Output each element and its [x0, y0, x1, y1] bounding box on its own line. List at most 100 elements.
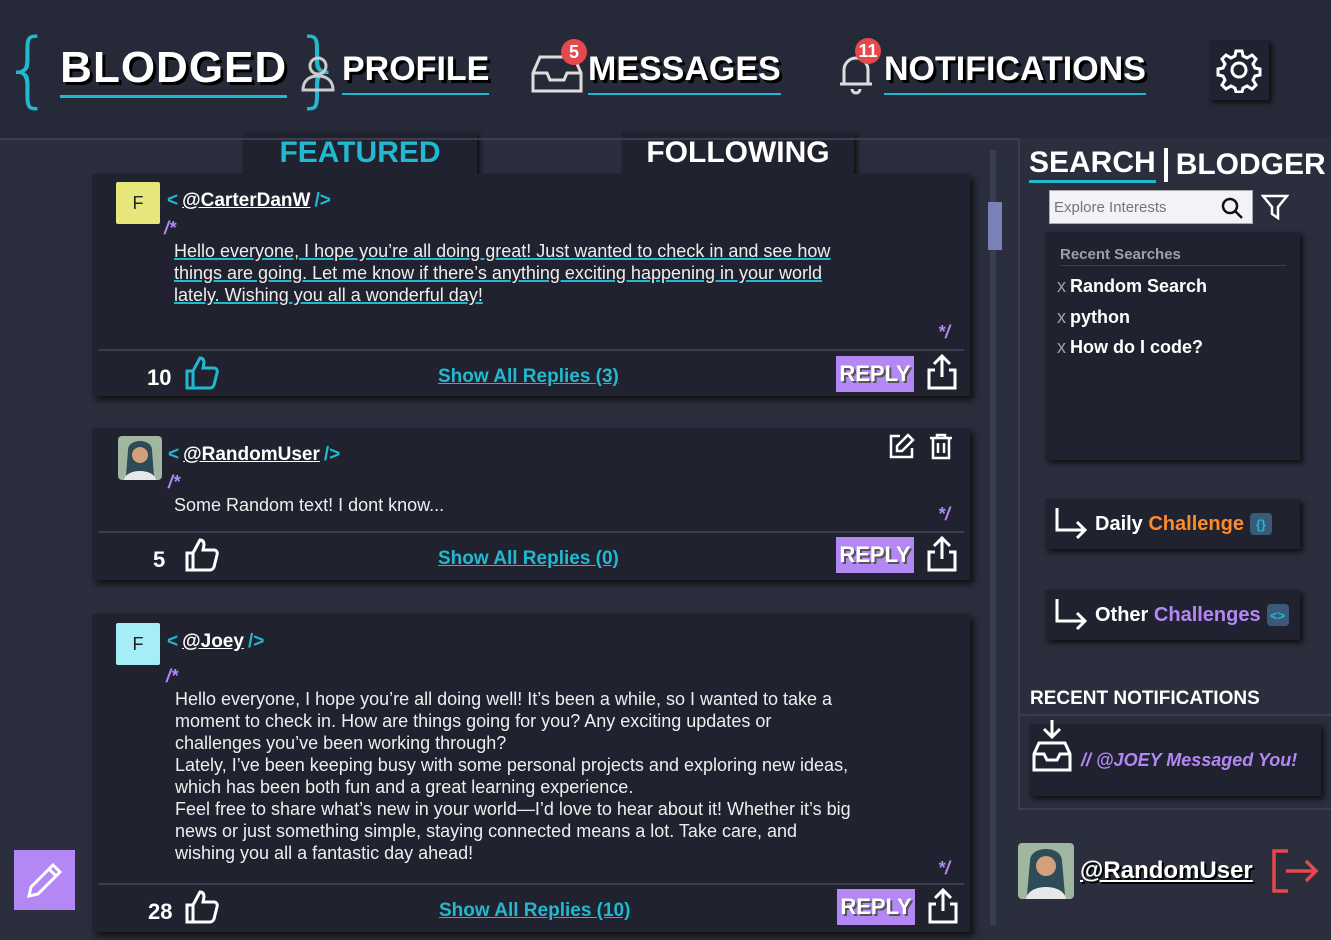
other-challenges-link[interactable]: Other Challenges <> — [1045, 590, 1300, 640]
logo-brace-open: { — [2, 22, 55, 117]
like-count: 10 — [147, 365, 172, 390]
logout-icon[interactable] — [1268, 845, 1320, 897]
arrow-turn-right-icon — [1055, 508, 1088, 540]
recent-notifications-title: RECENT NOTIFICATIONS — [1030, 688, 1260, 709]
edit-icon[interactable] — [888, 432, 916, 460]
share-icon[interactable] — [927, 887, 959, 925]
code-braces-icon: {} — [1249, 513, 1272, 535]
reply-button[interactable]: REPLY — [836, 537, 914, 573]
post-body: Hello everyone, I hope you’re all doing … — [175, 688, 851, 864]
like-count: 5 — [153, 547, 166, 572]
code-tag-icon: <> — [1266, 604, 1289, 626]
post-handle: < @CarterDanW /> — [167, 190, 331, 212]
reply-button[interactable]: REPLY — [836, 356, 914, 392]
nav-notifications-label: NOTIFICATIONS — [884, 50, 1146, 95]
settings-button[interactable] — [1209, 40, 1269, 100]
new-post-button[interactable] — [14, 850, 75, 910]
comment-open: /* — [166, 666, 179, 686]
show-replies-link[interactable]: Show All Replies (0) — [438, 548, 619, 570]
current-user[interactable]: @RandomUser — [1018, 843, 1253, 899]
nav-profile[interactable]: PROFILE — [298, 50, 490, 95]
tag-close: /> — [323, 444, 341, 465]
post-line: moment to check in. How are things going… — [175, 711, 772, 731]
post-line: lately. Wishing you all a wonderful day! — [174, 285, 483, 305]
thumbs-up-icon[interactable] — [184, 889, 220, 925]
recent-search-text: Random Search — [1070, 276, 1208, 296]
recent-search-text: How do I code? — [1070, 337, 1203, 357]
thumbs-up-icon[interactable] — [184, 537, 220, 573]
nav-messages-label: MESSAGES — [588, 50, 781, 95]
tag-open: < — [168, 444, 180, 465]
gear-icon — [1216, 49, 1262, 93]
other-label: Other — [1095, 603, 1154, 626]
thumbs-up-icon[interactable] — [184, 355, 220, 391]
post-line: Hello everyone, I hope you’re all doing … — [175, 689, 833, 709]
search-icon[interactable] — [1220, 196, 1244, 220]
comment-close: */ — [938, 858, 951, 878]
notification-text: // @JOEY Messaged You! — [1081, 750, 1298, 770]
pencil-icon — [26, 862, 62, 898]
comment-open: /* — [164, 218, 177, 238]
title-separator — [1163, 147, 1168, 182]
filter-icon[interactable] — [1261, 193, 1289, 221]
notification-item[interactable]: // @JOEY Messaged You! — [1029, 720, 1321, 796]
tag-open: < — [167, 631, 179, 652]
post-footer: 10 Show All Replies (3) REPLY — [98, 349, 964, 397]
post-handle: < @Joey /> — [167, 631, 264, 653]
comment-close: */ — [938, 504, 951, 524]
messages-badge: 5 — [561, 39, 587, 65]
show-replies-link[interactable]: Show All Replies (10) — [439, 900, 630, 922]
user-icon — [301, 56, 335, 91]
nav-notifications[interactable]: NOTIFICATIONS — [836, 48, 1146, 96]
avatar: F — [116, 182, 160, 224]
daily-challenge-link[interactable]: Daily Challenge {} — [1045, 499, 1300, 549]
user-link[interactable]: @Joey — [182, 631, 244, 653]
trash-icon[interactable] — [928, 432, 954, 460]
comment-close: */ — [938, 322, 951, 342]
tag-close: /> — [247, 631, 265, 652]
share-icon[interactable] — [926, 535, 958, 573]
user-link[interactable]: @RandomUser — [183, 444, 320, 466]
post-body: Some Random text! I dont know... — [174, 494, 444, 516]
search-title: SEARCH BLODGER — [1029, 146, 1326, 183]
recent-searches-header: Recent Searches — [1060, 246, 1286, 266]
daily-label: Daily — [1095, 512, 1149, 535]
search-input[interactable] — [1050, 191, 1210, 223]
post-body: Hello everyone, I hope you’re all doing … — [174, 240, 830, 306]
post-footer: 5 Show All Replies (0) REPLY — [98, 531, 964, 579]
user-link[interactable]: @CarterDanW — [182, 190, 310, 212]
search-box — [1049, 190, 1253, 224]
show-replies-link[interactable]: Show All Replies (3) — [438, 366, 619, 388]
post-line: Hello everyone, I hope you’re all doing … — [174, 241, 831, 261]
arrow-turn-right-icon — [1055, 599, 1088, 631]
notifications-badge: 11 — [855, 38, 881, 64]
remove-search-icon[interactable]: x — [1057, 276, 1066, 296]
current-user-name[interactable]: @RandomUser — [1080, 857, 1253, 885]
scrollbar-thumb[interactable] — [988, 202, 1002, 250]
post-line: challenges you’ve been working through? — [175, 733, 507, 753]
tag-open: < — [167, 190, 179, 211]
recent-search-text: python — [1070, 307, 1130, 327]
logo-name: BLODGED — [60, 43, 288, 98]
recent-search-item[interactable]: x python — [1057, 307, 1130, 328]
other-challenges-word: Challenges — [1153, 603, 1261, 626]
recent-searches-panel: Recent Searches x Random Search x python x… — [1045, 232, 1300, 460]
recent-search-item[interactable]: x Random Search — [1057, 276, 1207, 297]
post-line: Some Random text! I dont know... — [174, 495, 445, 515]
post-line: which has been both fun and a great lear… — [175, 777, 634, 797]
app-logo[interactable]: { BLODGED } — [2, 26, 345, 114]
remove-search-icon[interactable]: x — [1057, 307, 1066, 327]
post-footer: 28 Show All Replies (10) REPLY — [98, 883, 964, 931]
recent-search-item[interactable]: x How do I code? — [1057, 337, 1203, 358]
remove-search-icon[interactable]: x — [1057, 337, 1066, 357]
comment-open: /* — [168, 472, 181, 492]
post-line: things are going. Let me know if there’s… — [174, 263, 823, 283]
reply-button[interactable]: REPLY — [837, 889, 915, 925]
avatar — [118, 436, 162, 480]
share-icon[interactable] — [926, 353, 958, 391]
post-line: Feel free to share what’s new in your wo… — [175, 799, 851, 819]
avatar: F — [116, 623, 160, 665]
tag-close: /> — [314, 190, 331, 211]
feed-scrollbar[interactable] — [990, 150, 996, 925]
post-card: F < @Joey /> /* Hello everyone, I hope y… — [92, 614, 970, 932]
